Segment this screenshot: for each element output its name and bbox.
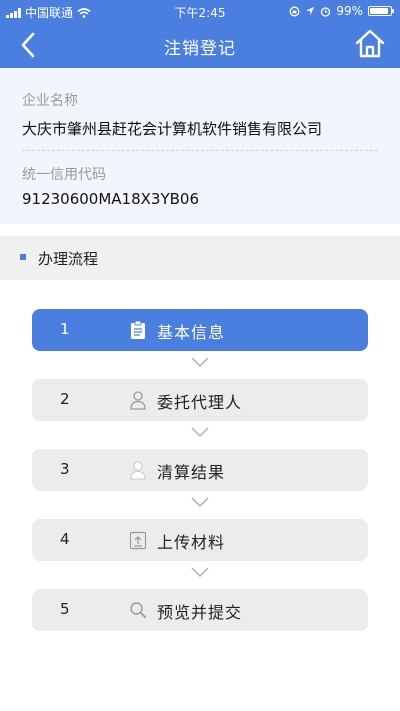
chevron-down-icon (191, 497, 209, 508)
section-title: 办理流程 (38, 250, 99, 268)
step-agent[interactable]: 2 委托代理人 (32, 379, 368, 421)
company-name-value: 大庆市肇州县赶花会计算机软件销售有限公司 (22, 120, 323, 138)
step-label: 基本信息 (157, 323, 226, 342)
process-section-header: 办理流程 (0, 236, 400, 280)
clipboard-icon (131, 320, 145, 339)
section-marker (20, 254, 26, 260)
chevron-down-icon (191, 357, 209, 368)
credit-code-label: 统一信用代码 (22, 167, 106, 183)
location-icon (306, 7, 315, 15)
search-icon (130, 602, 147, 619)
divider (22, 150, 378, 151)
battery-icon (368, 6, 394, 16)
alarm-icon (321, 6, 331, 17)
step-number: 5 (60, 600, 70, 618)
nav-bar: 注销登记 (0, 22, 400, 68)
step-upload[interactable]: 4 上传材料 (32, 519, 368, 561)
step-label: 清算结果 (157, 463, 226, 482)
step-preview-submit[interactable]: 5 预览并提交 (32, 589, 368, 631)
credit-code-value: 91230600MA18X3YB06 (22, 190, 199, 208)
home-icon[interactable] (354, 28, 386, 60)
chevron-down-icon (191, 427, 209, 438)
upload-icon (129, 531, 147, 550)
status-bar: 中国联通 下午2:45 99% (0, 0, 400, 22)
company-info-panel: 企业名称 大庆市肇州县赶花会计算机软件销售有限公司 统一信用代码 9123060… (0, 68, 400, 224)
battery-percent: 99% (336, 4, 363, 18)
company-name-label: 企业名称 (22, 93, 78, 109)
step-basic-info[interactable]: 1 基本信息 (32, 309, 368, 351)
step-number: 3 (60, 460, 70, 478)
header-bar: 中国联通 下午2:45 99% 注销登记 (0, 0, 400, 68)
step-label: 上传材料 (157, 533, 226, 552)
step-label: 预览并提交 (157, 603, 243, 622)
person-outline-icon (130, 391, 146, 410)
page-title: 注销登记 (164, 39, 236, 59)
step-liquidation[interactable]: 3 清算结果 (32, 449, 368, 491)
step-label: 委托代理人 (157, 393, 243, 412)
step-number: 4 (60, 530, 70, 548)
person-filled-icon (130, 461, 146, 480)
step-number: 1 (60, 320, 70, 338)
step-number: 2 (60, 390, 70, 408)
rotation-lock-icon (289, 6, 300, 16)
chevron-down-icon (191, 567, 209, 578)
